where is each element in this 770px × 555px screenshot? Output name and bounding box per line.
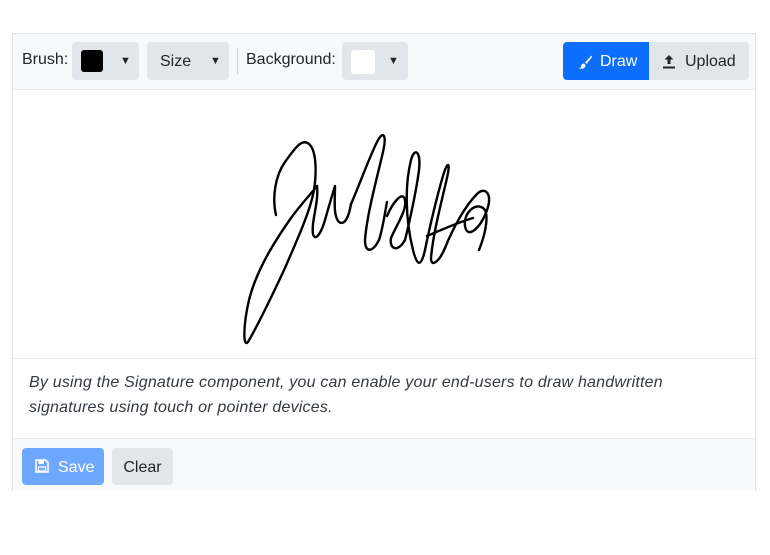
upload-mode-button[interactable]: Upload (649, 42, 749, 80)
draw-label: Draw (600, 53, 638, 70)
size-label: Size (160, 53, 192, 70)
background-color-picker[interactable]: ▼ (342, 42, 408, 80)
signature-description: By using the Signature component, you ca… (29, 374, 663, 416)
save-button[interactable]: Save (22, 448, 104, 485)
draw-mode-button[interactable]: Draw (563, 42, 649, 80)
brush-color-swatch (81, 50, 103, 72)
signature-drawing (243, 133, 491, 345)
background-color-swatch (351, 50, 375, 74)
brush-icon (579, 55, 592, 69)
upload-icon (663, 55, 675, 69)
signature-toolbar: Brush: ▼ Size ▼ Background: ▼ Draw Uploa… (13, 34, 755, 90)
save-icon (35, 459, 49, 473)
toolbar-separator (237, 48, 238, 74)
signature-footer: Save Clear (13, 438, 755, 491)
signature-card: Brush: ▼ Size ▼ Background: ▼ Draw Uploa… (12, 33, 756, 491)
brush-color-picker[interactable]: ▼ (72, 42, 139, 80)
background-label: Background: (246, 51, 336, 68)
upload-label: Upload (685, 53, 736, 70)
brush-label: Brush: (22, 51, 69, 68)
brush-size-dropdown[interactable]: Size ▼ (147, 42, 229, 80)
signature-canvas[interactable] (13, 90, 755, 359)
save-label: Save (58, 459, 95, 476)
clear-button[interactable]: Clear (112, 448, 173, 485)
chevron-down-icon: ▼ (120, 55, 131, 67)
chevron-down-icon: ▼ (210, 55, 221, 67)
chevron-down-icon: ▼ (388, 55, 399, 67)
